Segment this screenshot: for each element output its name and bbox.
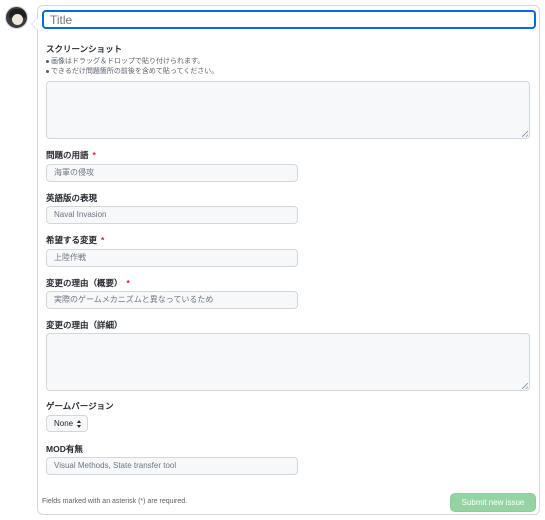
term-label: 問題の用語 * [46,150,96,160]
bullet-icon [46,59,49,63]
required-asterisk: * [126,278,130,288]
issue-form: スクリーンショット 画像はドラッグ＆ドロップで貼り付けられます。 できるだけ問題… [31,5,540,515]
reason-summary-label: 変更の理由（概要） * [46,278,130,288]
mods-label: MOD有無 [46,444,83,454]
bullet-icon [46,69,49,73]
screenshot-label: スクリーンショット [46,44,123,54]
reason-detail-textarea[interactable] [46,333,530,391]
title-input[interactable] [42,10,536,29]
desired-change-label: 希望する変更 * [46,235,105,245]
game-version-label: ゲームバージョン [46,401,114,411]
select-arrows-icon [77,420,82,428]
required-fields-note: Fields marked with an asterisk (*) are r… [42,498,188,505]
resize-grip-icon[interactable] [522,383,528,389]
user-avatar [5,6,28,29]
submit-issue-button[interactable]: Submit new issue [450,493,536,512]
screenshot-hint-1: 画像はドラッグ＆ドロップで貼り付けられます。 [46,57,204,67]
resize-grip-icon[interactable] [522,131,528,137]
required-asterisk: * [92,150,96,160]
screenshot-hint-2: できるだけ問題箇所の前後を含めて貼ってください。 [46,67,218,77]
english-expression-input[interactable]: Naval Invasion [46,206,298,224]
game-version-select[interactable]: None [46,415,88,432]
term-input[interactable]: 海軍の侵攻 [46,164,298,182]
reason-summary-input[interactable]: 実際のゲームメカニズムと異なっているため [46,291,298,309]
required-asterisk: * [101,235,105,245]
desired-change-input[interactable]: 上陸作戦 [46,249,298,267]
english-expression-label: 英語版の表現 [46,193,98,203]
screenshot-textarea[interactable] [46,81,530,139]
mods-input[interactable]: Visual Methods, State transfer tool [46,457,298,475]
avatar-face [12,14,23,25]
reason-detail-label: 変更の理由（詳細） [46,320,123,330]
